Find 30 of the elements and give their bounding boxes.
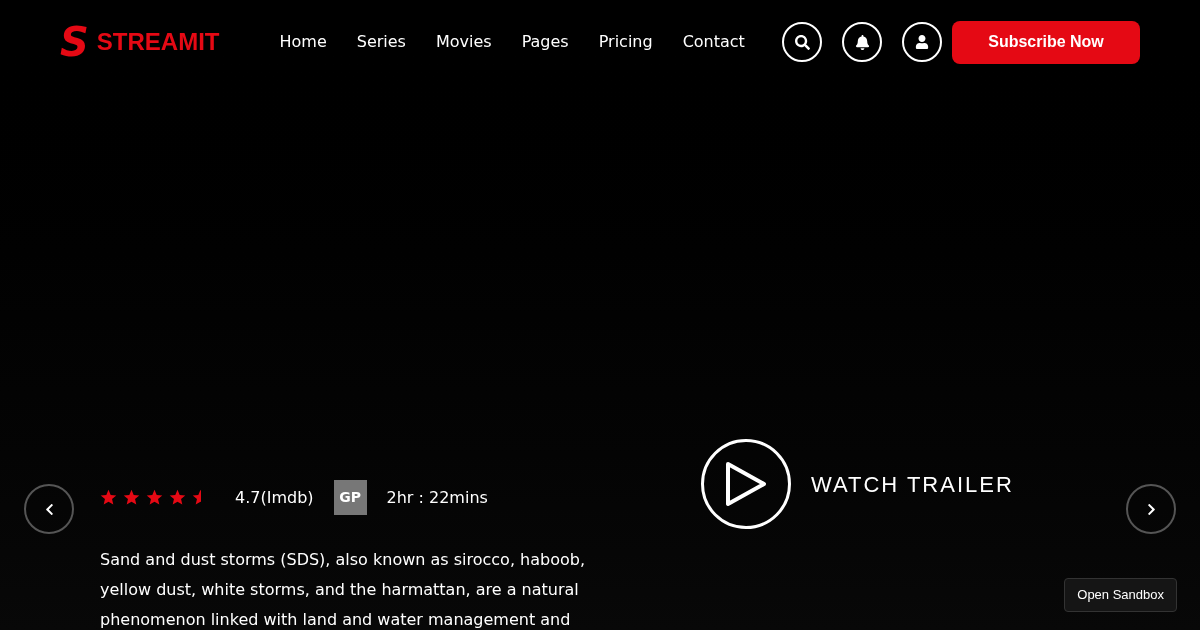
star-icon [100, 489, 117, 506]
play-icon [723, 459, 769, 509]
notification-button[interactable] [842, 22, 882, 62]
profile-button[interactable] [902, 22, 942, 62]
nav-link[interactable]: Home [279, 30, 327, 54]
bell-icon [854, 34, 870, 50]
search-button[interactable] [782, 22, 822, 62]
rating-text: 4.7(Imdb) [235, 486, 314, 509]
nav-link[interactable]: Series [356, 30, 406, 54]
nav-link[interactable]: Pages [521, 30, 569, 54]
next-button[interactable] [1126, 484, 1176, 534]
previous-button[interactable] [24, 484, 74, 534]
search-icon [794, 34, 810, 50]
star-icon [123, 489, 140, 506]
nav-link[interactable]: Contact [682, 30, 745, 54]
watch-trailer-text[interactable]: WATCH TRAILER [811, 467, 1014, 501]
play-button[interactable] [701, 439, 791, 529]
nav-link[interactable]: Pricing [598, 30, 653, 54]
nav-link[interactable]: Movies [435, 30, 492, 54]
star-icon [169, 489, 186, 506]
logo-text: STREAMIT [96, 27, 220, 57]
description-text: Sand and dust storms (SDS), also known as sirocco, haboob, yellow dust, white storms, and the harmattan, are a natural phenomenon linked with land and water management and [100, 549, 586, 630]
duration-text: 2hr : 22mins [386, 486, 488, 509]
age-badge: GP [333, 480, 367, 515]
logo-letter: S [60, 22, 89, 62]
half-star-icon [192, 489, 201, 506]
user-icon [915, 35, 929, 49]
open-sandbox-button[interactable]: Open Sandbox [1064, 578, 1177, 612]
star-icon [146, 489, 163, 506]
subscribe-button[interactable]: Subscribe Now [952, 20, 1140, 64]
